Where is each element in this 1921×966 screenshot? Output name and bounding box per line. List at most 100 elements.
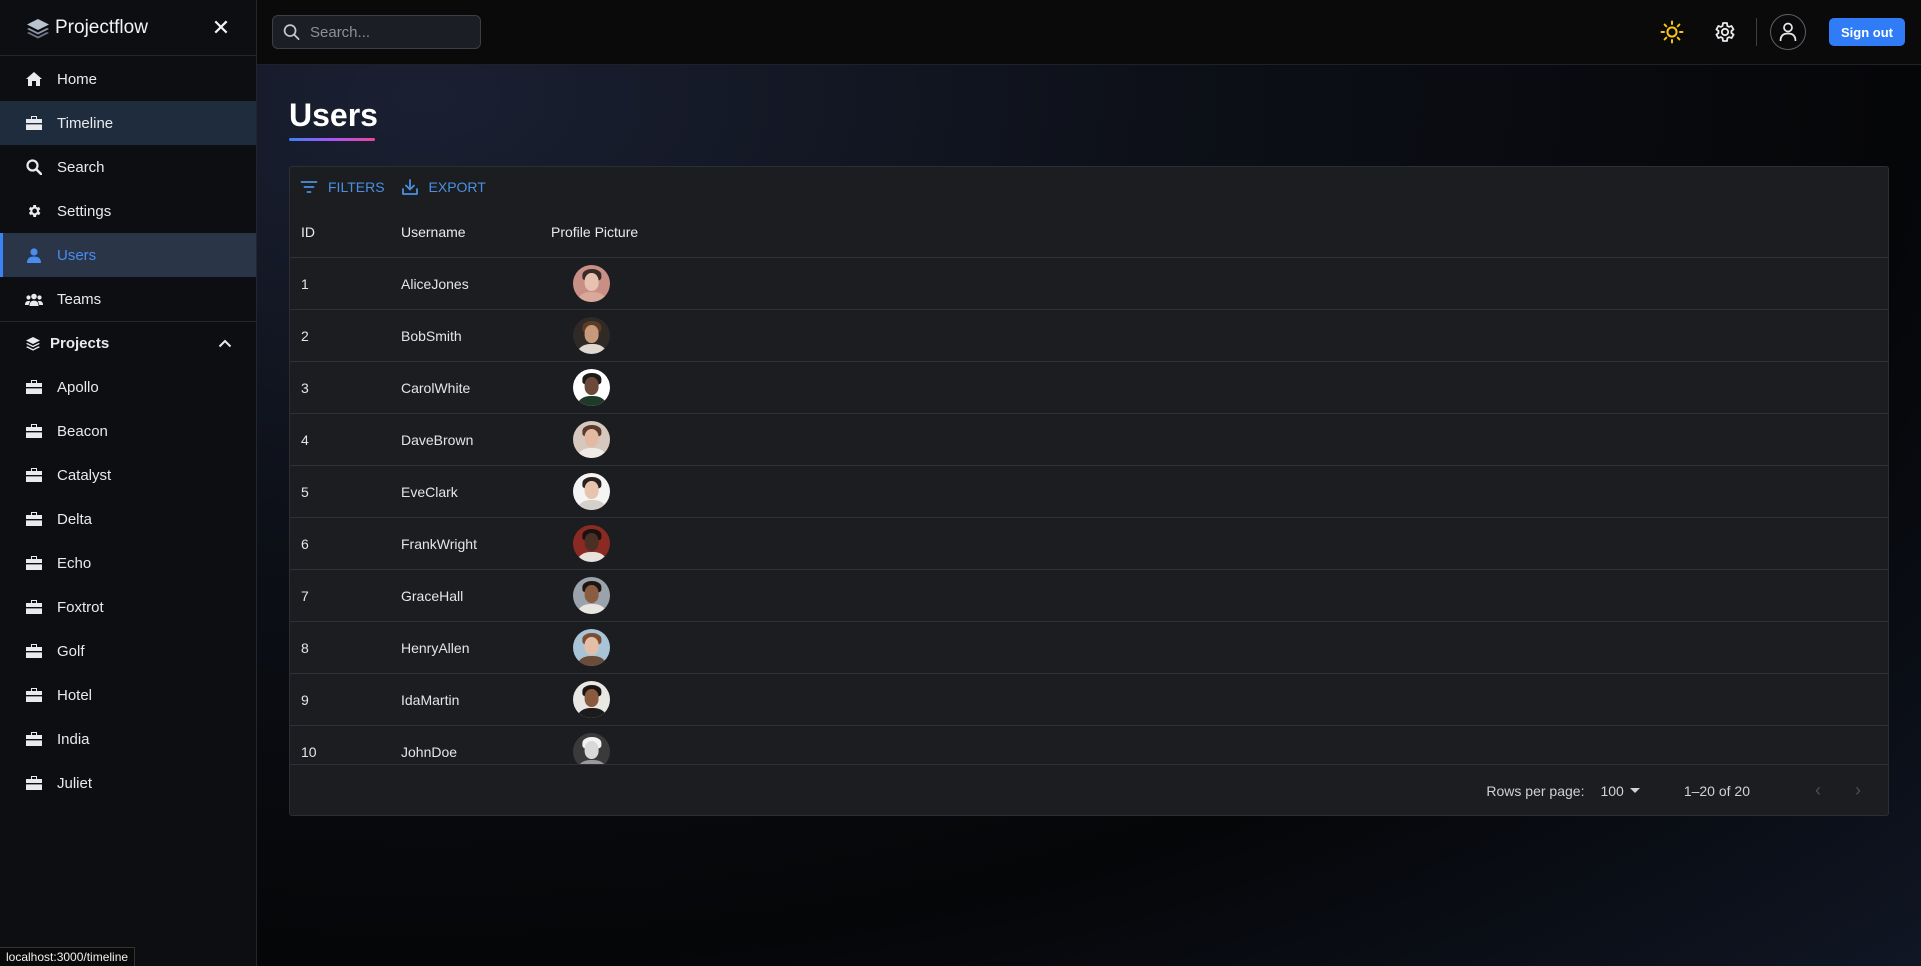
avatar (573, 525, 610, 562)
filters-button[interactable]: FILTERS (300, 178, 385, 196)
cell-profile-picture (540, 733, 690, 764)
cell-username: CarolWhite (401, 379, 471, 396)
table-row[interactable]: 3 CarolWhite (290, 362, 1888, 414)
briefcase-icon (25, 510, 43, 528)
table-row[interactable]: 7 GraceHall (290, 570, 1888, 622)
sidebar-item-label: Home (57, 70, 98, 88)
sidebar-item-label: Hotel (57, 686, 93, 704)
chevron-up-icon[interactable] (218, 339, 232, 348)
sidebar-item-project[interactable]: Apollo (0, 365, 256, 409)
cell-username: FrankWright (401, 535, 477, 552)
sidebar-item-project[interactable]: Echo (0, 541, 256, 585)
sidebar-item-label: Juliet (57, 774, 93, 792)
topbar: Sign out (257, 0, 1921, 65)
users-data-grid: FILTERS EXPORT ID Username Profile Pictu… (289, 166, 1889, 816)
cell-username: GraceHall (401, 587, 464, 604)
table-row[interactable]: 10 JohnDoe (290, 726, 1888, 764)
next-page-button[interactable]: › (1846, 779, 1870, 803)
sidebar-item-project[interactable]: Foxtrot (0, 585, 256, 629)
table-row[interactable]: 2 BobSmith (290, 310, 1888, 362)
sidebar-item-project[interactable]: Delta (0, 497, 256, 541)
table-row[interactable]: 9 IdaMartin (290, 674, 1888, 726)
column-header-profile-picture[interactable]: Profile Picture (540, 224, 690, 240)
cell-profile-picture (540, 525, 690, 562)
sign-out-button[interactable]: Sign out (1829, 18, 1905, 46)
cell-id: 10 (301, 743, 317, 760)
cell-username: BobSmith (401, 327, 462, 344)
sidebar-item-teams[interactable]: Teams (0, 277, 256, 321)
avatar (573, 421, 610, 458)
sidebar-item-project[interactable]: Golf (0, 629, 256, 673)
sidebar-item-label: India (57, 730, 90, 748)
sidebar: Projectflow ✕ Home Timeline Search Setti… (0, 0, 257, 966)
sidebar-item-project[interactable]: Beacon (0, 409, 256, 453)
sidebar-item-label: Foxtrot (57, 598, 104, 616)
gear-icon (25, 202, 43, 220)
cell-username: JohnDoe (401, 743, 458, 760)
sidebar-item-project[interactable]: Catalyst (0, 453, 256, 497)
account-button[interactable] (1770, 14, 1806, 50)
briefcase-icon (25, 730, 43, 748)
projects-group-header[interactable]: Projects (0, 321, 256, 365)
sidebar-item-label: Beacon (57, 422, 108, 440)
export-label: EXPORT (428, 179, 486, 195)
cell-profile-picture (540, 369, 690, 406)
sidebar-item-home[interactable]: Home (0, 57, 256, 101)
theme-toggle-button[interactable] (1654, 14, 1690, 50)
briefcase-icon (25, 686, 43, 704)
cell-profile-picture (540, 317, 690, 354)
search-icon (283, 24, 300, 40)
sidebar-item-users[interactable]: Users (0, 233, 256, 277)
layers-icon (26, 336, 40, 351)
column-header-username[interactable]: Username (390, 224, 540, 240)
table-row[interactable]: 4 DaveBrown (290, 414, 1888, 466)
filters-label: FILTERS (328, 179, 385, 195)
cell-id: 6 (301, 535, 309, 552)
table-row[interactable]: 5 EveClark (290, 466, 1888, 518)
table-row[interactable]: 1 AliceJones (290, 258, 1888, 310)
avatar (573, 629, 610, 666)
cell-username: IdaMartin (401, 691, 460, 708)
sidebar-item-project[interactable]: India (0, 717, 256, 761)
sidebar-item-label: Apollo (57, 378, 99, 396)
layers-logo-icon (27, 18, 49, 38)
sidebar-item-timeline[interactable]: Timeline (0, 101, 256, 145)
caret-down-icon (1629, 788, 1640, 793)
cell-profile-picture (540, 473, 690, 510)
briefcase-icon (25, 642, 43, 660)
brand-header: Projectflow ✕ (0, 0, 256, 56)
cell-profile-picture (540, 681, 690, 718)
rows-per-page-select[interactable]: 100 (1600, 783, 1640, 799)
cell-id: 9 (301, 691, 309, 708)
cell-username: HenryAllen (401, 639, 470, 656)
rows-per-page-label: Rows per page: (1486, 782, 1585, 799)
cell-id: 5 (301, 483, 309, 500)
briefcase-icon (25, 598, 43, 616)
download-icon (401, 179, 418, 195)
settings-button[interactable] (1706, 14, 1742, 50)
cell-username: AliceJones (401, 275, 469, 292)
grid-body: 1 AliceJones 2 BobSmith 3 CarolWhite 4 DaveBrow… (290, 258, 1888, 764)
sidebar-item-settings[interactable]: Settings (0, 189, 256, 233)
grid-footer: Rows per page: 100 1–20 of 20 ‹ › (290, 764, 1888, 816)
sidebar-item-label: Settings (57, 202, 112, 220)
grid-header-row: ID Username Profile Picture (290, 207, 1888, 258)
previous-page-button[interactable]: ‹ (1806, 779, 1830, 803)
sidebar-item-label: Search (57, 158, 105, 176)
sidebar-item-project[interactable]: Juliet (0, 761, 256, 805)
search-input[interactable] (310, 23, 470, 41)
export-button[interactable]: EXPORT (401, 178, 486, 196)
sidebar-item-search[interactable]: Search (0, 145, 256, 189)
briefcase-icon (25, 114, 43, 132)
search-box[interactable] (272, 15, 481, 49)
cell-profile-picture (540, 421, 690, 458)
table-row[interactable]: 8 HenryAllen (290, 622, 1888, 674)
column-header-id[interactable]: ID (290, 224, 390, 240)
title-underline (289, 138, 375, 141)
table-row[interactable]: 6 FrankWright (290, 518, 1888, 570)
avatar (573, 473, 610, 510)
cell-id: 8 (301, 639, 309, 656)
sidebar-item-project[interactable]: Hotel (0, 673, 256, 717)
close-sidebar-icon[interactable]: ✕ (210, 16, 232, 39)
projects-header-label: Projects (50, 335, 110, 352)
